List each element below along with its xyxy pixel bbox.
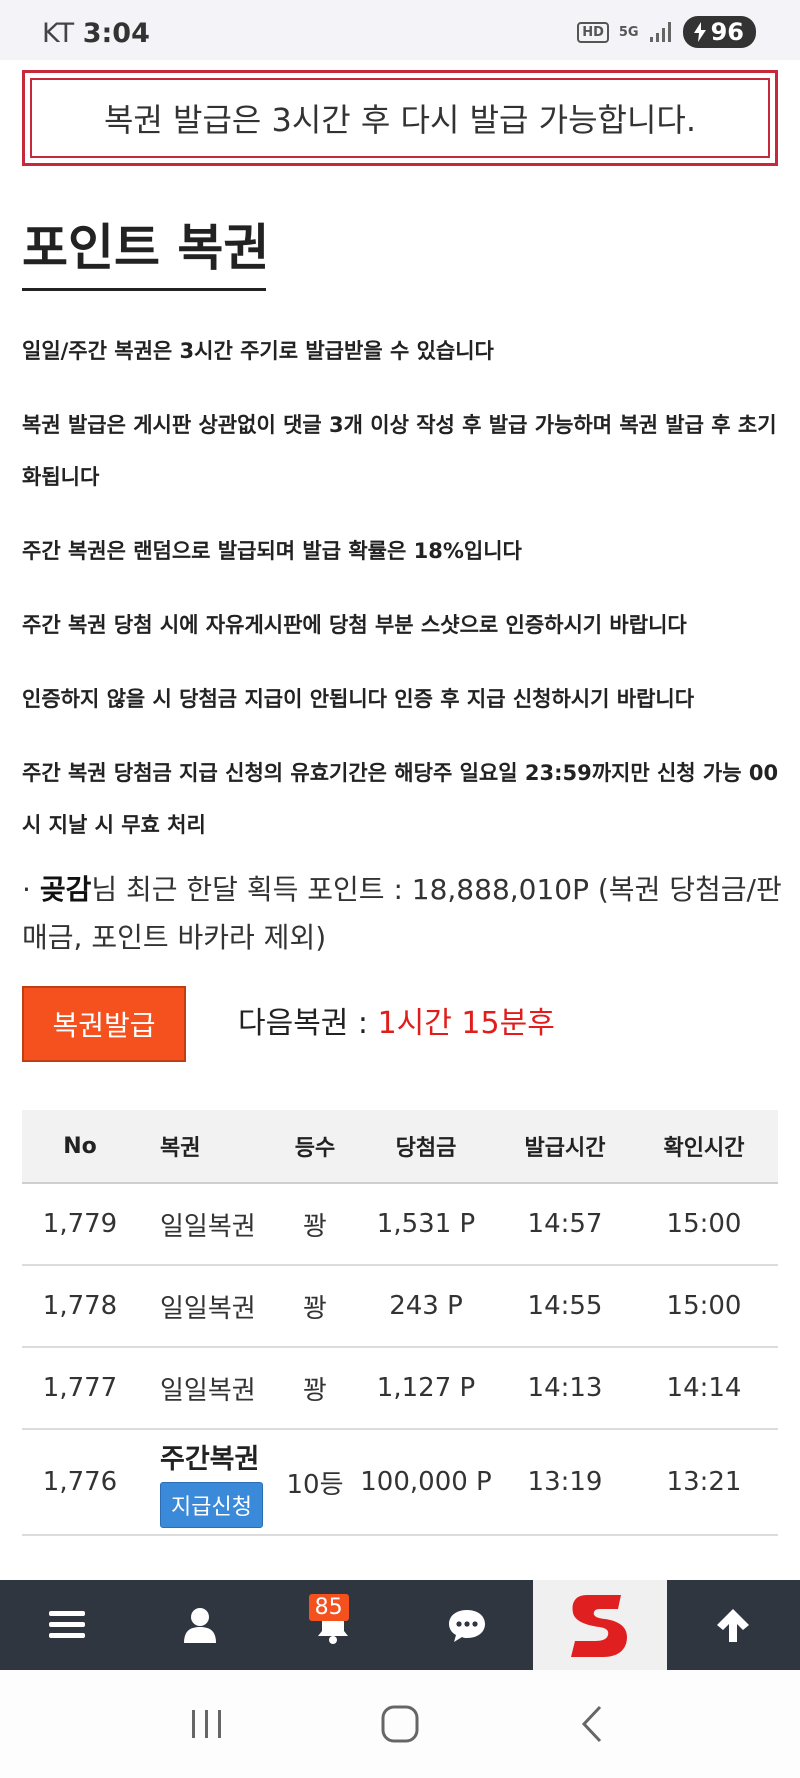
cell-no: 1,776 [22,1429,138,1536]
network-5g-icon: 5G [618,24,639,40]
site-logo-icon [570,1595,627,1657]
cell-checked: 14:14 [630,1347,778,1430]
next-lottery-label: 다음복권 : [238,1006,378,1041]
arrow-up-icon [717,1609,750,1642]
bullet: · [22,873,31,906]
menu-icon [48,1611,85,1638]
rule-item: 일일/주간 복권은 3시간 주기로 발급받을 수 있습니다 [22,339,494,363]
cell-checked: 13:21 [630,1429,778,1536]
points-text: 님 최근 한달 획득 포인트 : 18,888,010P (복권 당첨금/판매금… [22,873,782,954]
cell-checked: 15:00 [630,1183,778,1266]
cell-rank: 꽝 [278,1183,352,1266]
next-lottery-time: 1시간 15분후 [377,1006,555,1041]
cell-checked: 15:00 [630,1265,778,1348]
cell-prize: 1,127 P [352,1347,500,1430]
carrier-label: KT [42,18,75,49]
page-title: 포인트 복권 [22,208,269,291]
signal-icon [649,22,671,42]
recent-apps-icon[interactable] [184,1701,230,1747]
rules-list: 일일/주간 복권은 3시간 주기로 발급받을 수 있습니다 복권 발급은 게시판… [22,325,782,851]
charging-bolt-icon [693,22,706,42]
hd-icon: HD [577,21,609,43]
cell-rank: 꽝 [278,1347,352,1430]
cell-type: 일일복권 [138,1183,278,1266]
home-icon[interactable] [377,1701,423,1747]
claim-payment-button[interactable]: 지급신청 [160,1481,263,1528]
cell-issued: 14:55 [500,1265,630,1348]
battery-indicator: 96 [682,16,756,48]
user-icon [183,1608,216,1643]
column-header-type: 복권 [138,1110,278,1184]
rule-item: 인증하지 않을 시 당첨금 지급이 안됩니다 인증 후 지급 신청하시기 바랍니… [22,687,695,711]
lottery-history-table: No 복권 등수 당첨금 발급시간 확인시간 1,779 일일복권 꽝 1,53… [22,1110,778,1536]
nav-user-button[interactable] [133,1580,266,1670]
username: 곶감 [39,873,92,906]
cell-prize: 243 P [352,1265,500,1348]
table-row: 1,776 주간복권 지급신청 10등 100,000 P 13:19 13:2… [22,1429,778,1536]
cell-type-weekly: 주간복권 지급신청 [138,1429,278,1536]
column-header-issued: 발급시간 [500,1110,630,1184]
cell-prize: 1,531 P [352,1183,500,1266]
chat-icon [448,1610,485,1642]
rule-item: 주간 복권 당첨금 지급 신청의 유효기간은 해당주 일요일 23:59까지만 … [22,761,779,837]
cell-rank: 10등 [278,1429,352,1536]
rule-item: 주간 복권은 랜덤으로 발급되며 발급 확률은 18%입니다 [22,539,522,563]
notification-count-badge: 85 [308,1594,349,1621]
system-navigation-bar [0,1670,800,1778]
monthly-points-summary: · 곶감님 최근 한달 획득 포인트 : 18,888,010P (복권 당첨금… [22,866,782,962]
next-lottery-info: 다음복권 : 1시간 15분후 [238,998,555,1042]
issue-lottery-button[interactable]: 복권발급 [22,986,186,1062]
nav-notifications-button[interactable]: 85 [267,1580,400,1670]
cell-prize: 100,000 P [352,1429,500,1536]
back-icon[interactable] [570,1701,616,1747]
weekly-lottery-label: 주간복권 [160,1443,260,1475]
nav-chat-button[interactable] [400,1580,533,1670]
cell-rank: 꽝 [278,1265,352,1348]
nav-menu-button[interactable] [0,1580,133,1670]
bottom-navigation: 85 [0,1580,800,1670]
cell-no: 1,779 [22,1183,138,1266]
column-header-rank: 등수 [278,1110,352,1184]
column-header-checked: 확인시간 [630,1110,778,1184]
cell-issued: 14:57 [500,1183,630,1266]
rule-item: 주간 복권 당첨 시에 자유게시판에 당첨 부분 스샷으로 인증하시기 바랍니다 [22,613,687,637]
status-bar: KT 3:04 HD 5G 96 [0,0,800,60]
cell-issued: 14:13 [500,1347,630,1430]
cell-no: 1,777 [22,1347,138,1430]
status-carrier-time: KT 3:04 [42,18,150,49]
nav-site-logo-button[interactable] [533,1580,667,1670]
column-header-prize: 당첨금 [352,1110,500,1184]
cell-issued: 13:19 [500,1429,630,1536]
cell-no: 1,778 [22,1265,138,1348]
clock: 3:04 [82,18,150,49]
cell-type: 일일복권 [138,1347,278,1430]
battery-level: 96 [710,18,744,46]
cell-type: 일일복권 [138,1265,278,1348]
table-row: 1,778 일일복권 꽝 243 P 14:55 15:00 [22,1265,778,1348]
status-icons: HD 5G 96 [577,16,756,48]
issue-notice-box: 복권 발급은 3시간 후 다시 발급 가능합니다. [22,70,778,166]
issue-notice-text: 복권 발급은 3시간 후 다시 발급 가능합니다. [30,78,770,158]
table-row: 1,777 일일복권 꽝 1,127 P 14:13 14:14 [22,1347,778,1430]
rule-item: 복권 발급은 게시판 상관없이 댓글 3개 이상 작성 후 발급 가능하며 복권… [22,413,777,489]
column-header-no: No [22,1110,138,1184]
table-row: 1,779 일일복권 꽝 1,531 P 14:57 15:00 [22,1183,778,1266]
nav-scroll-top-button[interactable] [667,1580,800,1670]
table-header-row: No 복권 등수 당첨금 발급시간 확인시간 [22,1110,778,1184]
